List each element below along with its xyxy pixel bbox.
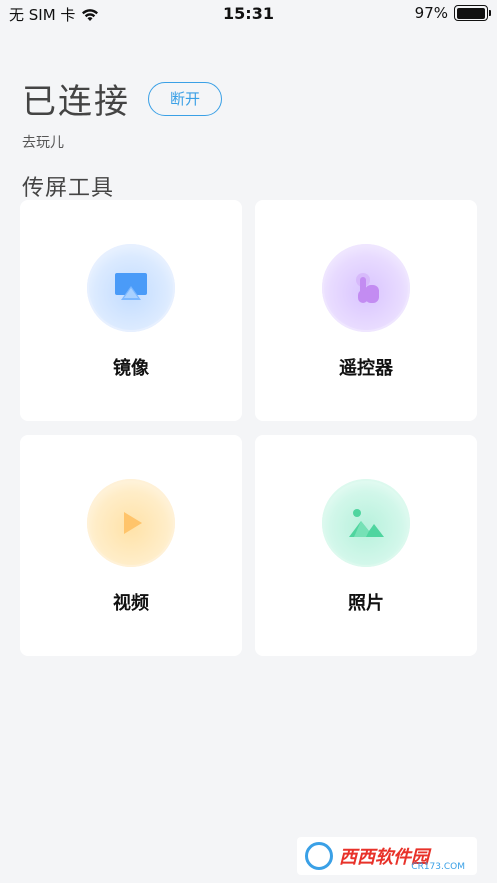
battery-fill bbox=[456, 7, 485, 19]
battery-icon bbox=[454, 5, 491, 21]
disconnect-button[interactable]: 断开 bbox=[148, 81, 222, 116]
device-name: 去玩儿 bbox=[22, 135, 64, 151]
status-right: 97% bbox=[414, 4, 491, 22]
tool-label: 照片 bbox=[348, 593, 384, 614]
watermark-logo-icon bbox=[305, 842, 333, 870]
watermark-sub: CR173.COM bbox=[411, 862, 465, 872]
section-title: 传屏工具 bbox=[22, 176, 115, 201]
tool-card-remote[interactable]: 遥控器 bbox=[255, 200, 477, 421]
battery-percent: 97% bbox=[414, 4, 448, 22]
tool-card-photo[interactable]: 照片 bbox=[255, 435, 477, 656]
touch-hand-icon bbox=[322, 244, 410, 332]
status-bar: 无 SIM 卡 15:31 97% bbox=[0, 0, 497, 28]
tool-card-mirror[interactable]: 镜像 bbox=[20, 200, 242, 421]
tool-label: 视频 bbox=[113, 593, 149, 614]
play-icon bbox=[87, 479, 175, 567]
connection-header: 已连接 断开 bbox=[22, 74, 222, 123]
tool-label: 遥控器 bbox=[339, 358, 393, 379]
tool-card-video[interactable]: 视频 bbox=[20, 435, 242, 656]
tool-label: 镜像 bbox=[113, 358, 149, 379]
connection-status: 已连接 bbox=[22, 82, 130, 122]
watermark: 西西软件园 CR173.COM bbox=[297, 837, 477, 875]
screen-mirror-icon bbox=[87, 244, 175, 332]
image-icon bbox=[322, 479, 410, 567]
